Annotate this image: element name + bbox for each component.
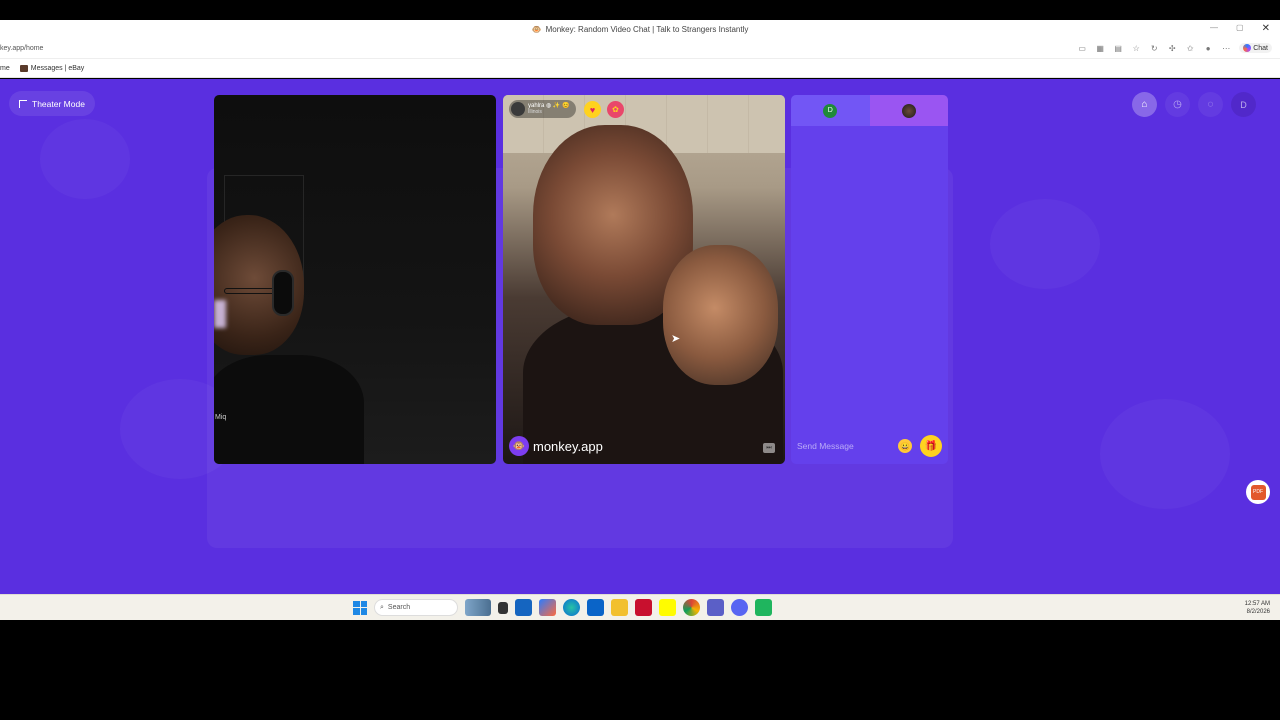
copilot-app-icon[interactable] xyxy=(539,599,556,616)
camera-icon[interactable]: ▭ xyxy=(1077,43,1087,53)
local-video: Miq xyxy=(214,95,496,464)
theater-mode-button[interactable]: Theater Mode xyxy=(9,91,95,116)
address-bar: key.app/home ▭ ▦ ▤ ☆ ↻ ✣ ✩ ● ⋯ Chat xyxy=(0,39,1280,59)
participant-peer[interactable] xyxy=(869,95,948,126)
theater-mode-label: Theater Mode xyxy=(32,98,85,109)
remote-user-chip[interactable]: yahlra ◍ ✨ 😊 Illinois xyxy=(509,100,576,118)
messages-icon[interactable]: ◌ xyxy=(1198,92,1223,117)
bookmarks-bar: me Messages | eBay xyxy=(0,59,1280,78)
local-tag: Miq xyxy=(215,414,227,421)
window-controls: — ▢ ✕ xyxy=(1210,23,1270,34)
star-icon[interactable]: ☆ xyxy=(1131,43,1141,53)
browser-toolbar: ▭ ▦ ▤ ☆ ↻ ✣ ✩ ● ⋯ Chat xyxy=(1077,43,1272,53)
reader-icon[interactable]: ▤ xyxy=(1113,43,1123,53)
edge-icon[interactable] xyxy=(563,599,580,616)
remote-video: yahlra ◍ ✨ 😊 Illinois ♥ ✿ 🐵 monkey.app ⏭… xyxy=(503,95,785,464)
window-title-bar: 🐵 Monkey: Random Video Chat | Talk to St… xyxy=(0,20,1280,39)
outlook-icon[interactable] xyxy=(587,599,604,616)
headphones xyxy=(272,270,294,316)
monkey-favicon-icon: 🐵 xyxy=(531,25,542,34)
bookmark-ebay-messages[interactable]: Messages | eBay xyxy=(19,64,85,72)
copilot-chat-button[interactable]: Chat xyxy=(1239,43,1272,53)
folder-icon xyxy=(19,64,28,72)
window-title: Monkey: Random Video Chat | Talk to Stra… xyxy=(545,25,749,34)
pdf-icon: PDF xyxy=(1250,484,1266,500)
remote-location: Illinois xyxy=(528,109,542,115)
heart-icon[interactable]: ♥ xyxy=(584,101,601,118)
home-icon[interactable]: ⌂ xyxy=(1132,92,1157,117)
remote-avatar xyxy=(511,102,525,116)
widgets-icon[interactable] xyxy=(465,599,491,616)
file-explorer-icon[interactable] xyxy=(611,599,628,616)
store-icon[interactable] xyxy=(515,599,532,616)
profile-avatar[interactable]: D xyxy=(1231,92,1256,117)
more-icon[interactable]: ⋯ xyxy=(1221,43,1231,53)
maximize-button[interactable]: ▢ xyxy=(1236,23,1244,34)
my-avatar: D xyxy=(823,103,838,118)
chrome-icon[interactable] xyxy=(683,599,700,616)
discord-icon[interactable] xyxy=(731,599,748,616)
expand-icon xyxy=(19,99,27,108)
monkey-app-icon[interactable] xyxy=(755,599,772,616)
gift-button[interactable]: 🎁 xyxy=(920,435,942,457)
bookmark-label: me xyxy=(0,64,10,72)
chat-panel: D Send Message 😀 🎁 xyxy=(791,95,948,464)
monkey-logo-icon: 🐵 xyxy=(509,436,529,456)
bookmark-home[interactable]: me xyxy=(0,65,10,72)
mouse-cursor-icon: ➤ xyxy=(671,333,681,345)
refresh-icon[interactable]: ↻ xyxy=(1149,43,1159,53)
minimize-button[interactable]: — xyxy=(1210,23,1218,34)
taskbar-search[interactable]: ⌕ Search xyxy=(374,599,458,616)
system-clock[interactable]: 12:57 AM 8/2/2026 xyxy=(1245,600,1270,616)
pdf-button[interactable]: PDF xyxy=(1246,480,1270,504)
url-field[interactable]: key.app/home xyxy=(0,45,43,52)
teams-icon[interactable] xyxy=(707,599,724,616)
extensions-icon[interactable]: ✣ xyxy=(1167,43,1177,53)
copilot-label: Chat xyxy=(1253,44,1268,52)
chat-participants: D xyxy=(791,95,948,126)
send-message-input[interactable]: Send Message xyxy=(797,441,898,451)
search-icon: ⌕ xyxy=(380,603,384,611)
mcafee-icon[interactable] xyxy=(635,599,652,616)
grid-icon[interactable]: ▦ xyxy=(1095,43,1105,53)
peer-avatar xyxy=(901,103,916,118)
favorites-icon[interactable]: ✩ xyxy=(1185,43,1195,53)
windows-taskbar: ⌕ Search 12:57 AM 8/2/2026 xyxy=(0,594,1280,620)
skip-icon[interactable]: ⏭ xyxy=(763,443,775,453)
close-button[interactable]: ✕ xyxy=(1262,23,1270,34)
watermark-text: monkey.app xyxy=(533,438,603,454)
user-badges: ◍ ✨ 😊 xyxy=(546,103,570,109)
history-icon[interactable]: ◷ xyxy=(1165,92,1190,117)
profile-icon[interactable]: ● xyxy=(1203,43,1213,53)
chat-input-row: Send Message 😀 🎁 xyxy=(791,428,948,464)
snapchat-icon[interactable] xyxy=(659,599,676,616)
emoji-button[interactable]: 😀 xyxy=(898,439,912,453)
search-label: Search xyxy=(387,604,411,611)
clock-date: 8/2/2026 xyxy=(1246,609,1270,615)
participant-me[interactable]: D xyxy=(791,95,870,126)
bookmark-label: Messages | eBay xyxy=(30,64,85,72)
monkey-watermark: 🐵 monkey.app xyxy=(509,436,603,456)
windows-start-icon[interactable] xyxy=(353,600,367,615)
taskbar-apps: ⌕ Search xyxy=(353,599,772,616)
gift-icon[interactable]: ✿ xyxy=(607,101,624,118)
copilot-icon xyxy=(1243,44,1252,52)
task-view-icon[interactable] xyxy=(498,601,508,614)
top-nav: ⌂ ◷ ◌ D xyxy=(1132,92,1256,117)
clock-time: 12:57 AM xyxy=(1244,601,1270,607)
